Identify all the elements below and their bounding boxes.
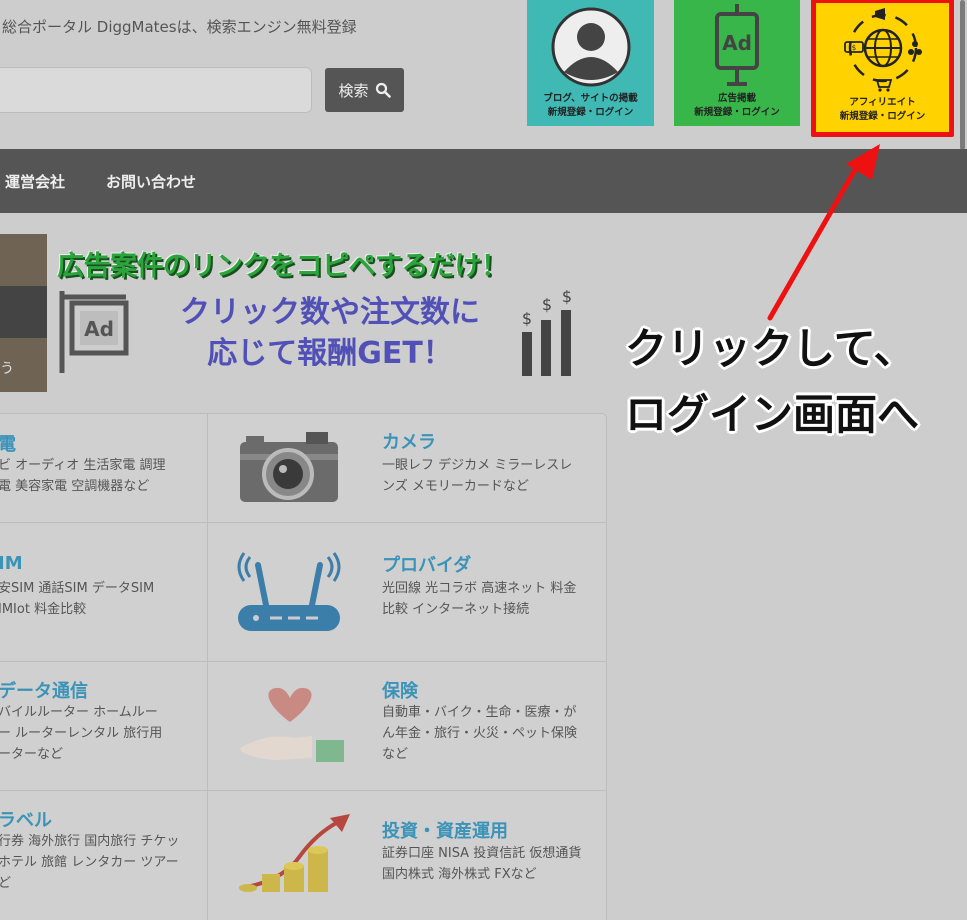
- category-title: 電: [0, 434, 16, 455]
- search-input[interactable]: [0, 67, 312, 113]
- category-title: 投資・資産運用: [382, 821, 508, 842]
- category-desc: 光回線 光コラボ 高速ネット 料金 比較 インターネット接続: [382, 581, 577, 617]
- coins-growth-icon: [239, 814, 350, 892]
- category-title: カメラ: [382, 432, 436, 453]
- category-desc: 証券口座 NISA 投資信託 仮想通貨 国内株式 海外株式 FXなど: [382, 846, 582, 882]
- ad-signboard-icon: Ad: [715, 4, 759, 87]
- category-title: データ通信: [0, 681, 88, 702]
- dollar-bar-chart-icon: $ $ $: [522, 288, 572, 376]
- camera-icon: [240, 432, 338, 502]
- search-button[interactable]: 検索: [325, 68, 404, 112]
- annotation-callout: クリックして、 ログイン画面へ: [625, 324, 920, 439]
- category-title: プロバイダ: [382, 555, 472, 576]
- blog-register-caption: ブログ、サイトの掲載 新規登録・ログイン: [543, 93, 638, 119]
- search-button-label: 検索: [338, 81, 369, 100]
- site-tagline: 総合ポータル DiggMatesは、検索エンジン無料登録: [2, 18, 357, 36]
- slider-band: [0, 286, 47, 338]
- nav-item-contact[interactable]: お問い合わせ: [106, 171, 196, 192]
- category-title: ラベル: [0, 810, 52, 831]
- svg-text:$: $: [522, 309, 532, 328]
- slider-text-fragment: う: [0, 361, 14, 377]
- main-navbar: 運営会社 お問い合わせ: [0, 149, 967, 213]
- user-avatar-icon: [551, 7, 630, 87]
- nav-item-company[interactable]: 運営会社: [5, 171, 65, 192]
- category-desc: ビ オーディオ 生活家電 調理電 美容家電 空調機器など: [0, 458, 166, 494]
- svg-text:Ad: Ad: [84, 317, 114, 341]
- banner-main-text: クリック数や注文数に 応じて報酬GET！: [180, 295, 480, 372]
- globe-network-icon: $: [843, 8, 922, 93]
- svg-text:$: $: [542, 295, 552, 314]
- heart-hand-icon: [240, 687, 344, 762]
- blog-register-login-button[interactable]: ブログ、サイトの掲載 新規登録・ログイン: [527, 0, 654, 126]
- category-title: IM: [0, 553, 23, 574]
- ad-register-login-button[interactable]: Ad 広告掲載 新規登録・ログイン: [674, 0, 800, 126]
- category-desc: バイルルーター ホームルーー ルーターレンタル 旅行用 ーターなど: [0, 705, 163, 762]
- category-title: 保険: [382, 681, 418, 702]
- page-scrollbar[interactable]: [960, 0, 965, 150]
- category-desc: 行券 海外旅行 国内旅行 チケッ ホテル 旅館 レンタカー ツアーど: [0, 834, 180, 891]
- svg-text:Ad: Ad: [722, 31, 752, 55]
- affiliate-register-login-button[interactable]: $ アフィリエイト 新規登録・ログイン: [811, 0, 954, 137]
- search-icon: [375, 82, 391, 98]
- category-desc: 安SIM 通話SIM データSIM IMIot 料金比較: [0, 581, 155, 617]
- affiliate-register-caption: アフィリエイト 新規登録・ログイン: [839, 97, 926, 123]
- category-desc: 自動車・バイク・生命・医療・が ん年金・旅行・火災・ペット保険 など: [382, 705, 578, 762]
- category-desc: 一眼レフ デジカメ ミラーレスレ ンズ メモリーカードなど: [382, 458, 573, 494]
- svg-text:$: $: [851, 44, 855, 52]
- ad-register-caption: 広告掲載 新規登録・ログイン: [694, 93, 780, 119]
- svg-text:$: $: [562, 288, 572, 306]
- slider-fragment[interactable]: う: [0, 234, 47, 392]
- router-icon: [237, 552, 341, 631]
- ad-sign-icon: Ad: [59, 291, 129, 373]
- banner-headline: 広告案件のリンクをコピペするだけ！: [57, 251, 508, 282]
